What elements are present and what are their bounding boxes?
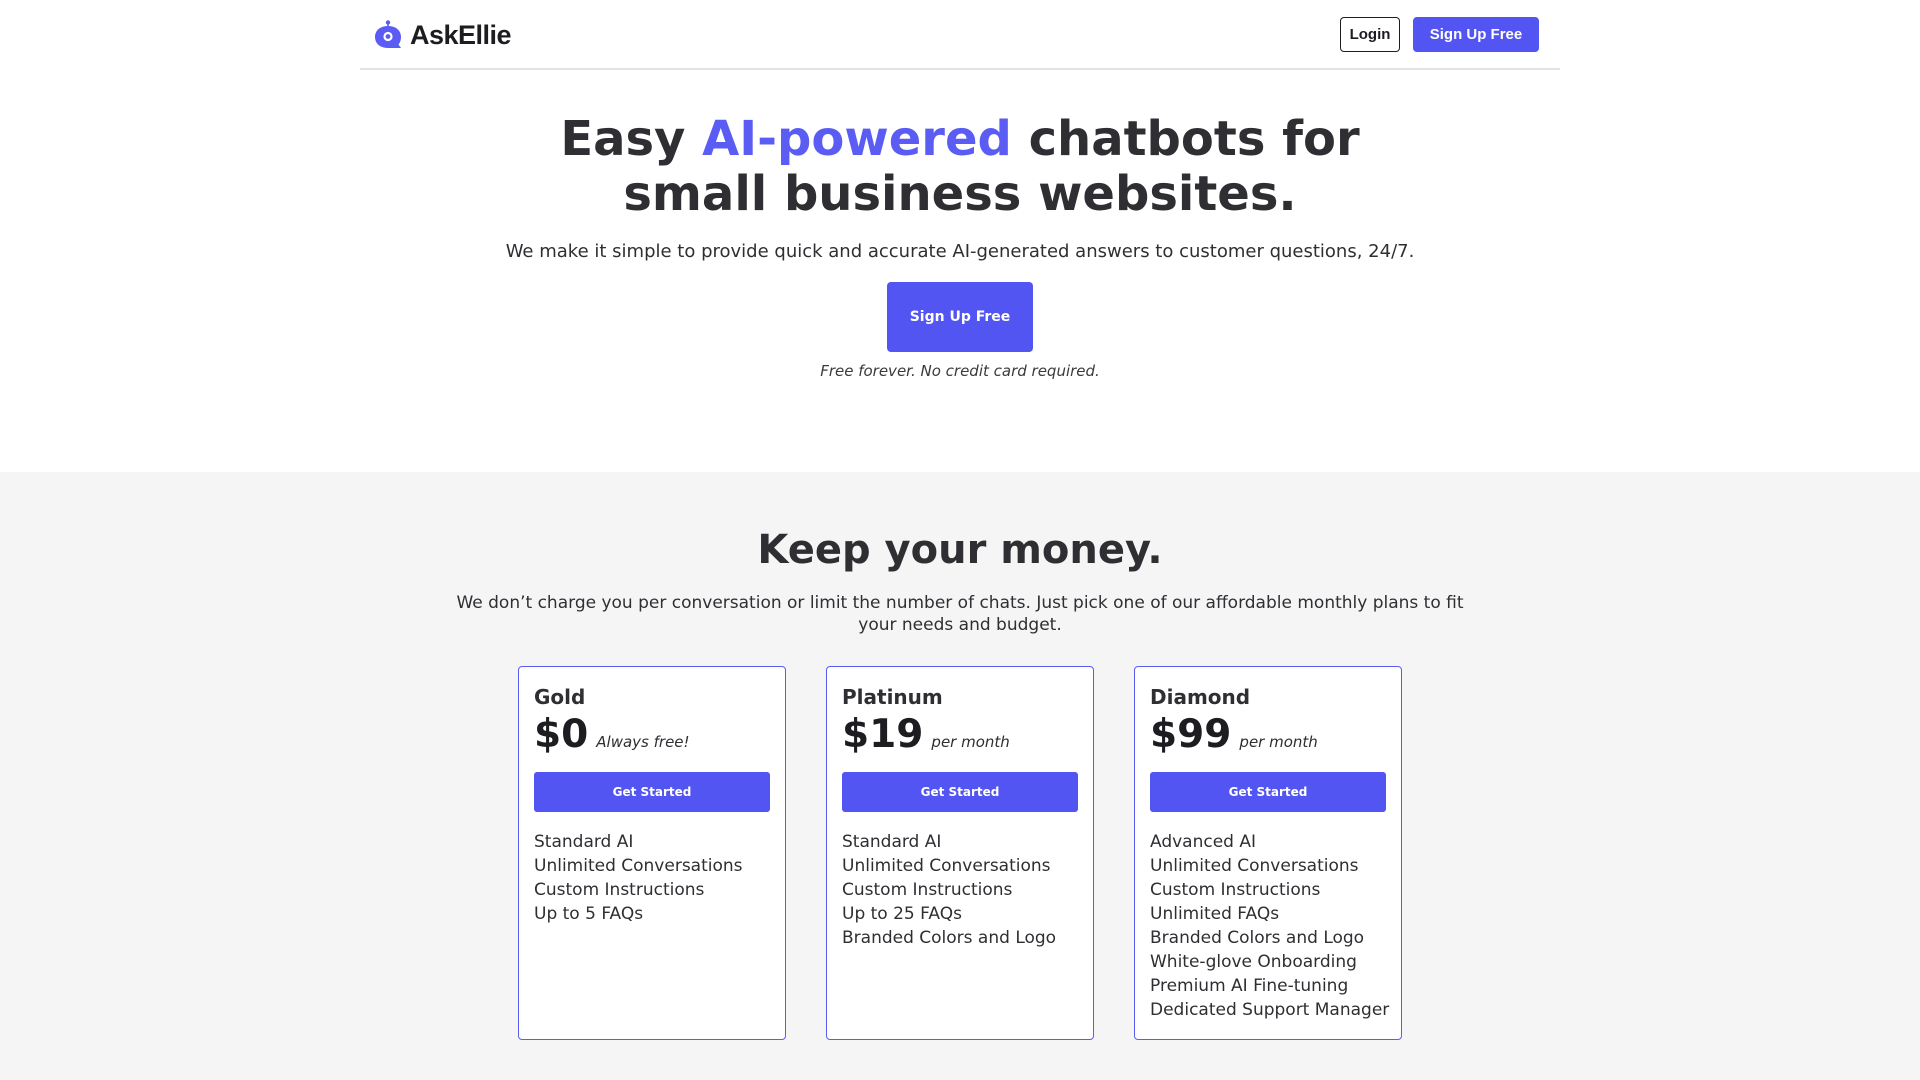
feature-list: Advanced AI Unlimited Conversations Cust… bbox=[1150, 830, 1389, 1022]
hero-title-line2: small business websites. bbox=[623, 166, 1297, 222]
plan-name: Diamond bbox=[1150, 685, 1251, 709]
plan-price-note: Always free! bbox=[596, 733, 690, 751]
hero-section: Easy AI-powered chatbots for small busine… bbox=[0, 70, 1920, 472]
hero-signup-button[interactable]: Sign Up Free bbox=[887, 282, 1033, 352]
hero-note: Free forever. No credit card required. bbox=[820, 362, 1100, 380]
feature-item: Standard AI bbox=[842, 832, 942, 852]
plan-card-platinum: Platinum $19 per month Get Started Stand… bbox=[826, 666, 1094, 1040]
pricing-title: Keep your money. bbox=[757, 527, 1163, 573]
feature-item: Custom Instructions bbox=[842, 880, 1013, 900]
feature-item: Unlimited Conversations bbox=[1150, 856, 1359, 876]
plan-price-note: per month bbox=[931, 733, 1010, 751]
feature-item: Standard AI bbox=[534, 832, 634, 852]
nav-signup-button[interactable]: Sign Up Free bbox=[1413, 17, 1539, 52]
feature-list: Standard AI Unlimited Conversations Cust… bbox=[842, 830, 1056, 950]
feature-item: Branded Colors and Logo bbox=[1150, 928, 1365, 948]
pricing-subtitle: We don’t charge you per conversation or … bbox=[456, 593, 1464, 635]
feature-item: Dedicated Support Manager bbox=[1150, 1000, 1390, 1020]
price-row: $99 per month bbox=[1150, 711, 1318, 759]
price-row: $0 Always free! bbox=[534, 711, 690, 759]
get-started-button[interactable]: Get Started bbox=[842, 772, 1078, 812]
hero-title-part1: Easy bbox=[560, 111, 703, 167]
chat-bubble-robot-icon bbox=[375, 20, 401, 48]
plan-price-note: per month bbox=[1239, 733, 1318, 751]
get-started-button[interactable]: Get Started bbox=[534, 772, 770, 812]
feature-item: Unlimited Conversations bbox=[842, 856, 1051, 876]
plan-card-diamond: Diamond $99 per month Get Started Advanc… bbox=[1134, 666, 1402, 1040]
top-navbar: AskEllie Login Sign Up Free bbox=[360, 0, 1560, 70]
feature-item: Unlimited Conversations bbox=[534, 856, 743, 876]
login-button[interactable]: Login bbox=[1340, 17, 1400, 52]
plan-name: Platinum bbox=[842, 685, 943, 709]
brand-logo[interactable]: AskEllie bbox=[372, 18, 512, 52]
hero-title: Easy AI-powered chatbots for small busine… bbox=[0, 112, 1920, 222]
feature-item: Premium AI Fine-tuning bbox=[1150, 976, 1349, 996]
feature-item: Custom Instructions bbox=[534, 880, 705, 900]
feature-item: Branded Colors and Logo bbox=[842, 928, 1057, 948]
price-row: $19 per month bbox=[842, 711, 1010, 759]
hero-title-accent: AI-powered bbox=[702, 111, 1012, 167]
feature-item: White-glove Onboarding bbox=[1150, 952, 1357, 972]
feature-item: Up to 5 FAQs bbox=[534, 904, 644, 924]
feature-item: Up to 25 FAQs bbox=[842, 904, 962, 924]
plan-price: $19 bbox=[842, 712, 924, 757]
hero-title-part2: chatbots for bbox=[1011, 111, 1360, 167]
plan-price: $99 bbox=[1150, 712, 1232, 757]
pricing-section: Keep your money. We don’t charge you per… bbox=[0, 472, 1920, 1080]
get-started-button[interactable]: Get Started bbox=[1150, 772, 1386, 812]
feature-list: Standard AI Unlimited Conversations Cust… bbox=[534, 830, 743, 926]
plan-name: Gold bbox=[534, 685, 586, 709]
hero-subtitle: We make it simple to provide quick and a… bbox=[505, 241, 1415, 262]
feature-item: Unlimited FAQs bbox=[1150, 904, 1280, 924]
feature-item: Advanced AI bbox=[1150, 832, 1257, 852]
plan-price: $0 bbox=[534, 712, 589, 757]
feature-item: Custom Instructions bbox=[1150, 880, 1321, 900]
plan-card-gold: Gold $0 Always free! Get Started Standar… bbox=[518, 666, 786, 1040]
brand-name: AskEllie bbox=[410, 19, 512, 50]
